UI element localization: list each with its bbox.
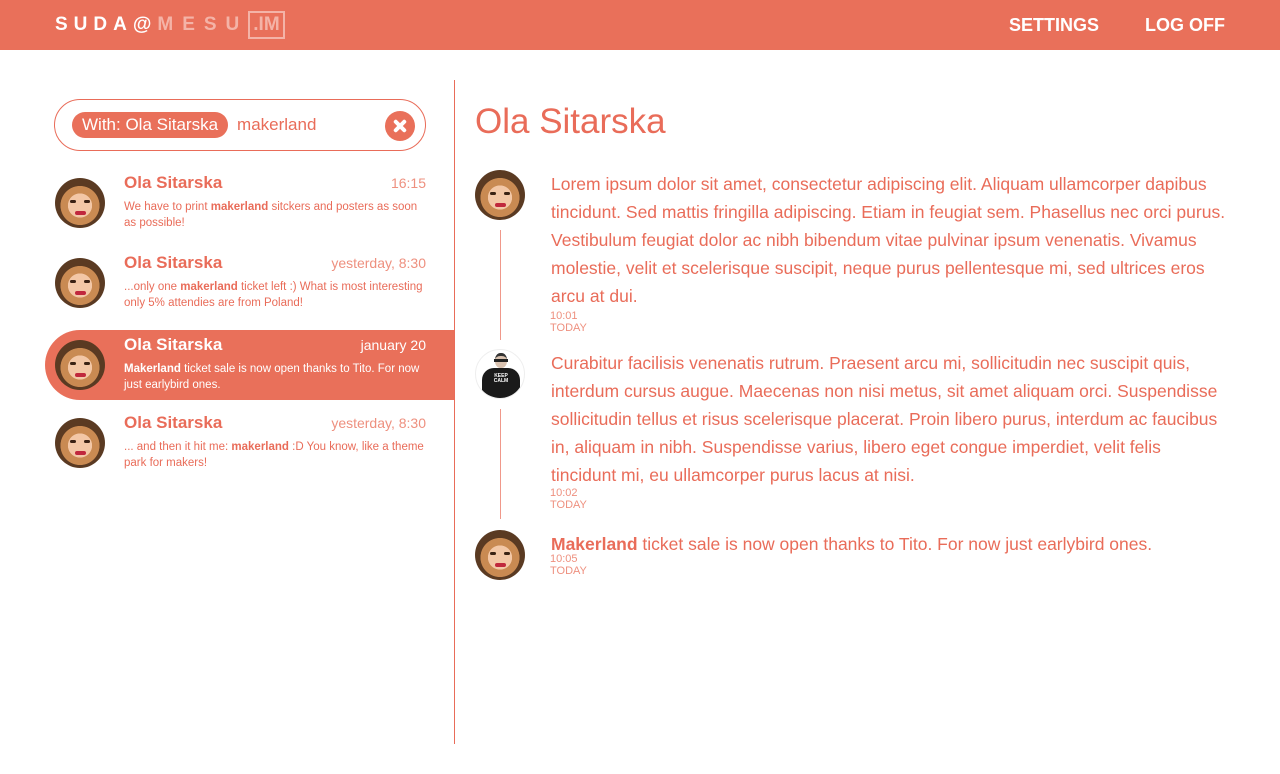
conversation-name: Ola Sitarska xyxy=(124,173,223,192)
search-bar[interactable]: With: Ola Sitarska xyxy=(54,99,426,151)
conversation-time: yesterday, 8:30 xyxy=(331,255,426,271)
avatar xyxy=(475,530,525,580)
logo-part-im: .IM xyxy=(248,11,285,39)
message-text: Makerland ticket sale is now open thanks… xyxy=(551,534,1153,554)
conversation-snippet: ...only one makerland ticket left :) Wha… xyxy=(124,281,423,309)
conversation-name: Ola Sitarska xyxy=(124,253,223,272)
settings-link[interactable]: SETTINGS xyxy=(1009,15,1099,36)
avatar xyxy=(55,340,105,390)
avatar xyxy=(475,170,525,220)
conversation-item[interactable]: Ola Sitarska 16:15 We have to print make… xyxy=(0,168,455,238)
log-off-link[interactable]: LOG OFF xyxy=(1145,15,1225,36)
avatar: KEEP CALM xyxy=(475,349,525,399)
filter-chip[interactable]: With: Ola Sitarska xyxy=(72,112,229,138)
message-text: Lorem ipsum dolor sit amet, consectetur … xyxy=(551,174,1226,306)
conversation-snippet: We have to print makerland sitckers and … xyxy=(124,201,418,229)
logo-part-suda: SUDA@ xyxy=(55,14,158,35)
logo-part-mesu: MESU xyxy=(157,14,249,35)
top-nav: SETTINGS LOG OFF xyxy=(1009,0,1225,50)
conversation-time: january 20 xyxy=(360,337,426,353)
chat-title: Ola Sitarska xyxy=(475,102,666,141)
app-logo[interactable]: SUDA@ MESU .IM xyxy=(55,11,285,39)
message-time: 10:01 TODAY xyxy=(550,310,587,334)
conversation-snippet: Makerland ticket sale is now open thanks… xyxy=(124,363,420,391)
avatar-shirt-text: KEEP CALM xyxy=(493,373,509,384)
message-time: 10:02 TODAY xyxy=(550,487,587,511)
thread-line xyxy=(500,230,501,340)
message-text: Curabitur facilisis venenatis rutrum. Pr… xyxy=(551,353,1218,485)
avatar xyxy=(55,418,105,468)
avatar xyxy=(55,258,105,308)
conversation-time: yesterday, 8:30 xyxy=(331,415,426,431)
conversation-item[interactable]: Ola Sitarska yesterday, 8:30 ...only one… xyxy=(0,248,455,318)
thread-line xyxy=(500,409,501,519)
search-input[interactable] xyxy=(237,115,368,135)
message-time: 10:05 TODAY xyxy=(550,553,587,577)
top-bar: SUDA@ MESU .IM SETTINGS LOG OFF xyxy=(0,0,1280,50)
clear-search-icon[interactable] xyxy=(385,111,415,141)
pane-divider xyxy=(454,80,455,744)
conversation-name: Ola Sitarska xyxy=(124,413,223,432)
conversation-item-active[interactable]: Ola Sitarska january 20 Makerland ticket… xyxy=(0,330,455,400)
conversation-snippet: ... and then it hit me: makerland :D You… xyxy=(124,441,424,469)
conversation-time: 16:15 xyxy=(390,175,426,191)
avatar xyxy=(55,178,105,228)
conversation-name: Ola Sitarska xyxy=(124,335,223,354)
conversation-item[interactable]: Ola Sitarska yesterday, 8:30 ... and the… xyxy=(0,408,455,478)
